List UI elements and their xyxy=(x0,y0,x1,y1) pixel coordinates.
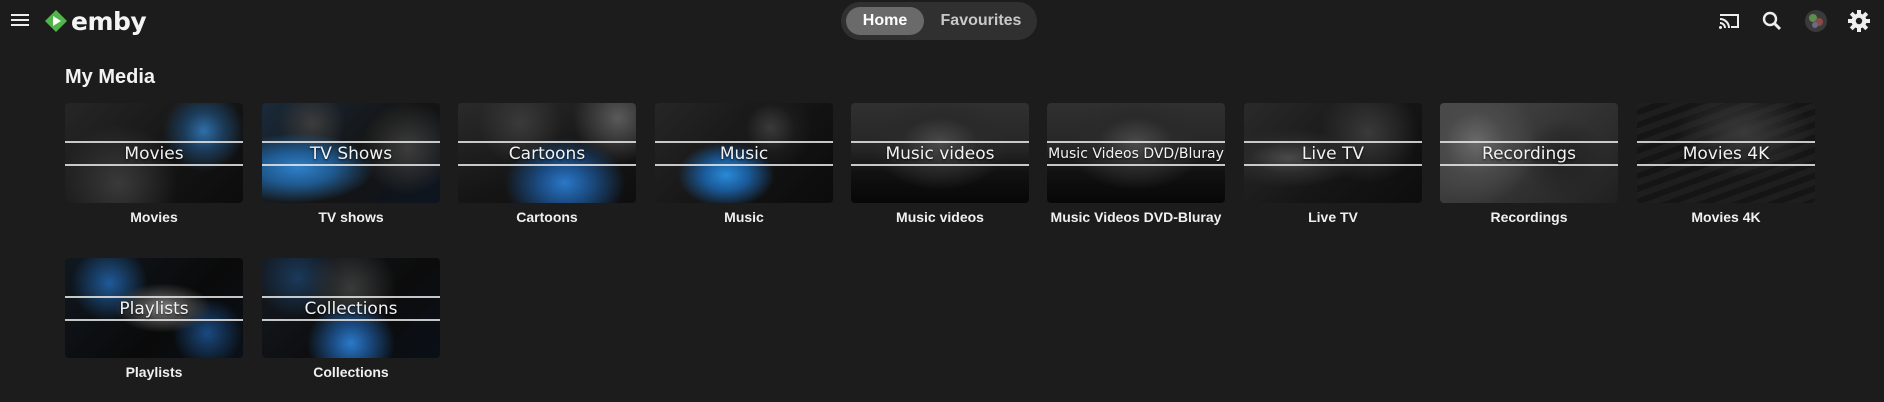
library-caption: Movies xyxy=(130,209,178,225)
library-thumbnail: Movies 4K xyxy=(1637,103,1815,203)
cast-icon[interactable] xyxy=(1717,9,1741,33)
section-title: My Media xyxy=(65,66,156,88)
library-caption: Music videos xyxy=(896,209,984,225)
library-thumbnail: Music Videos DVD/Bluray xyxy=(1047,103,1225,203)
library-caption: Movies 4K xyxy=(1691,209,1761,225)
library-tile-cartoons[interactable]: Cartoons Cartoons xyxy=(458,103,636,225)
gear-icon[interactable] xyxy=(1847,9,1871,33)
library-tile-live-tv[interactable]: Live TV Live TV xyxy=(1244,103,1422,225)
logo-text: emby xyxy=(71,6,147,36)
library-tile-recordings[interactable]: Recordings Recordings xyxy=(1440,103,1618,225)
library-caption: Music Videos DVD-Bluray xyxy=(1050,209,1222,225)
library-tile-music-videos[interactable]: Music videos Music videos xyxy=(851,103,1029,225)
library-tile-tv-shows[interactable]: TV Shows TV shows xyxy=(262,103,440,225)
library-thumbnail: Cartoons xyxy=(458,103,636,203)
library-caption: Cartoons xyxy=(516,209,578,225)
library-thumbnail: Playlists xyxy=(65,258,243,358)
library-thumbnail: Movies xyxy=(65,103,243,203)
library-thumbnail: Collections xyxy=(262,258,440,358)
search-icon[interactable] xyxy=(1760,9,1784,33)
menu-icon[interactable] xyxy=(10,10,30,30)
library-tile-movies[interactable]: Movies Movies xyxy=(65,103,243,225)
library-thumbnail: Recordings xyxy=(1440,103,1618,203)
top-bar: emby Home Favourites xyxy=(0,0,1884,42)
library-tile-music-videos-dvd-bluray[interactable]: Music Videos DVD/Bluray Music Videos DVD… xyxy=(1047,103,1225,225)
library-caption: Playlists xyxy=(125,364,183,380)
library-thumbnail: Live TV xyxy=(1244,103,1422,203)
library-caption: Live TV xyxy=(1308,209,1358,225)
emby-logo-icon xyxy=(45,10,67,32)
library-caption: Collections xyxy=(313,364,389,380)
emby-logo[interactable]: emby xyxy=(44,6,147,36)
library-thumbnail: Music videos xyxy=(851,103,1029,203)
library-caption: Music xyxy=(724,209,764,225)
library-caption: TV shows xyxy=(318,209,384,225)
library-thumbnail: Music xyxy=(655,103,833,203)
tab-favourites[interactable]: Favourites xyxy=(931,7,1031,35)
library-tile-collections[interactable]: Collections Collections xyxy=(262,258,440,380)
nav-tabs: Home Favourites xyxy=(841,2,1037,40)
library-tile-music[interactable]: Music Music xyxy=(655,103,833,225)
library-thumbnail: TV Shows xyxy=(262,103,440,203)
library-tile-playlists[interactable]: Playlists Playlists xyxy=(65,258,243,380)
library-tile-movies-4k[interactable]: Movies 4K Movies 4K xyxy=(1637,103,1815,225)
tab-home[interactable]: Home xyxy=(846,7,924,35)
avatar[interactable] xyxy=(1804,9,1828,33)
library-caption: Recordings xyxy=(1490,209,1568,225)
